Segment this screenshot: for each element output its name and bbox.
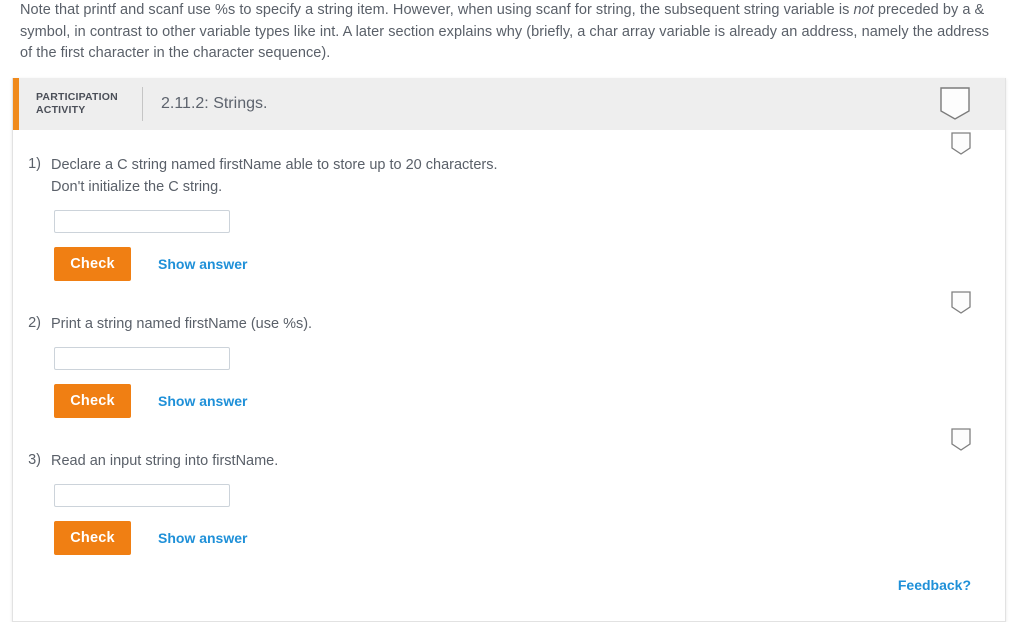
participation-activity-card: PARTICIPATION ACTIVITY 2.11.2: Strings. … xyxy=(12,78,1006,622)
question-number: 1) xyxy=(28,156,41,172)
activity-type-label-line2: ACTIVITY xyxy=(36,104,86,116)
answer-input[interactable] xyxy=(54,484,230,507)
question-item: 1) Declare a C string named firstName ab… xyxy=(13,130,1005,281)
activity-header: PARTICIPATION ACTIVITY 2.11.2: Strings. xyxy=(13,78,1005,130)
answer-input[interactable] xyxy=(54,347,230,370)
bookmark-icon[interactable] xyxy=(950,428,972,452)
bookmark-icon[interactable] xyxy=(950,132,972,156)
bookmark-icon[interactable] xyxy=(950,291,972,315)
question-actions: Check Show answer xyxy=(54,247,1005,281)
check-button[interactable]: Check xyxy=(54,521,131,555)
question-number: 3) xyxy=(28,452,41,468)
feedback-row: Feedback? xyxy=(13,555,1005,621)
question-item: 2) Print a string named firstName (use %… xyxy=(13,281,1005,418)
questions-list: 1) Declare a C string named firstName ab… xyxy=(13,130,1005,555)
check-button[interactable]: Check xyxy=(54,384,131,418)
show-answer-link[interactable]: Show answer xyxy=(158,393,247,409)
intro-text-part1: Note that printf and scanf use %s to spe… xyxy=(20,2,854,18)
question-item: 3) Read an input string into firstName. … xyxy=(13,418,1005,555)
bookmark-icon[interactable] xyxy=(938,87,972,121)
question-number: 2) xyxy=(28,315,41,331)
check-button[interactable]: Check xyxy=(54,247,131,281)
activity-title: 2.11.2: Strings. xyxy=(161,95,268,112)
show-answer-link[interactable]: Show answer xyxy=(158,256,247,272)
answer-input[interactable] xyxy=(54,210,230,233)
question-text: Print a string named firstName (use %s). xyxy=(51,316,313,332)
intro-emphasis-not: not xyxy=(853,2,874,18)
show-answer-link[interactable]: Show answer xyxy=(158,530,247,546)
intro-paragraph: Note that printf and scanf use %s to spe… xyxy=(0,0,1024,65)
header-divider xyxy=(142,87,143,121)
question-text: Declare a C string named firstName able … xyxy=(51,157,498,195)
question-actions: Check Show answer xyxy=(54,521,1005,555)
activity-type-label-line1: PARTICIPATION xyxy=(36,91,118,103)
question-actions: Check Show answer xyxy=(54,384,1005,418)
activity-type-label: PARTICIPATION ACTIVITY xyxy=(19,91,132,117)
question-text: Read an input string into firstName. xyxy=(51,453,279,469)
